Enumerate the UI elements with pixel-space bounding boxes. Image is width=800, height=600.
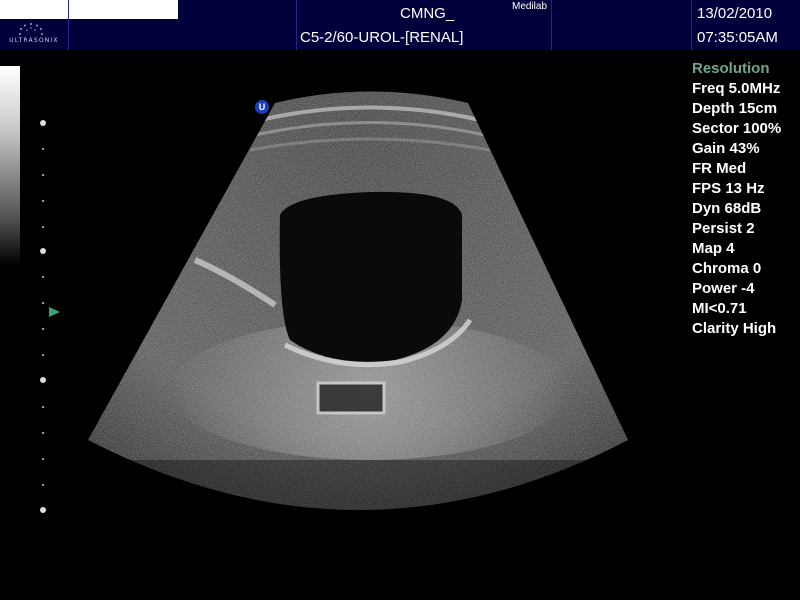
param-header[interactable]: Resolution [692, 59, 800, 79]
param-chroma: Chroma 0 [692, 260, 762, 277]
param-mechanical-index: MI<0.71 [692, 300, 747, 317]
param-map: Map 4 [692, 240, 735, 257]
param-persistence: Persist 2 [692, 220, 755, 237]
param-sector: Sector 100% [692, 120, 782, 137]
ultrasound-image [88, 91, 628, 510]
orientation-marker: U [255, 100, 269, 114]
sector-tissue [88, 91, 628, 510]
param-depth: Depth 15cm [692, 100, 778, 117]
imaging-parameters-panel: Resolution Freq 5.0MHz Depth 15cm Sector… [692, 59, 800, 339]
param-frame-rate: FR Med [692, 160, 747, 177]
param-dynamic-range: Dyn 68dB [692, 200, 762, 217]
param-gain: Gain 43% [692, 140, 760, 157]
param-fps: FPS 13 Hz [692, 180, 765, 197]
param-frequency: Freq 5.0MHz [692, 80, 781, 97]
param-power: Power -4 [692, 280, 755, 297]
param-clarity: Clarity High [692, 320, 777, 337]
